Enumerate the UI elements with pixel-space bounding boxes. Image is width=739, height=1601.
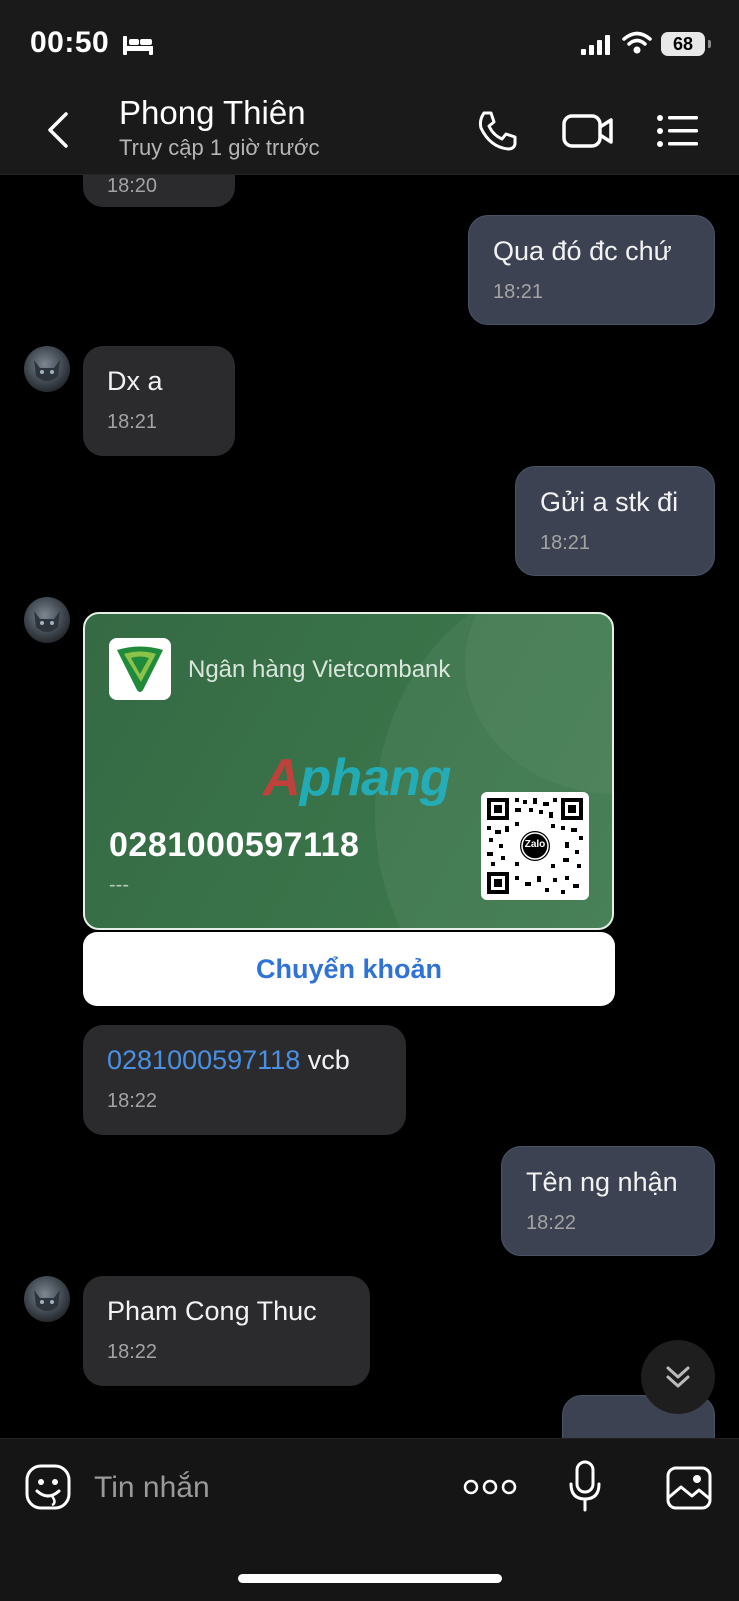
avatar-image [34,360,60,381]
message-bubble-incoming[interactable]: Pham Cong Thuc 18:22 [83,1276,370,1386]
message-bubble-incoming[interactable]: Dx a 18:21 [83,346,235,456]
contact-avatar[interactable] [24,597,70,643]
account-number-link[interactable]: 0281000597118 [107,1045,300,1075]
message-input[interactable] [92,1465,426,1511]
status-bar: 00:50 68 [0,0,739,88]
message-bubble-outgoing[interactable]: Tên ng nhận 18:22 [501,1146,715,1256]
watermark-logo: Aphang [263,748,452,808]
watermark-first-letter: A [263,749,301,807]
bank-name: Ngân hàng Vietcombank [188,656,451,683]
sleep-focus-icon [123,36,153,55]
back-button[interactable] [38,108,78,152]
avatar-image [34,611,60,632]
sticker-emoji-icon[interactable] [24,1463,72,1511]
qr-code[interactable]: Zalo [481,792,589,900]
microphone-icon[interactable] [568,1459,602,1513]
double-chevron-down-icon [666,1366,690,1388]
message-text: Qua đó đc chứ [493,236,672,266]
contact-avatar[interactable] [24,346,70,392]
more-options-icon[interactable] [462,1475,518,1499]
cellular-signal-icon [581,35,610,55]
message-time: 18:21 [540,532,591,554]
avatar-image [34,1290,60,1311]
message-text: Gửi a stk đi [540,487,679,517]
vietcombank-logo-icon [109,638,171,700]
message-bubble-incoming[interactable]: 18:20 [83,175,235,207]
bank-account-card[interactable]: Ngân hàng Vietcombank Aphang 02810005971… [83,612,614,930]
menu-list-icon[interactable] [655,108,701,154]
message-time: 18:22 [107,1341,158,1363]
contact-status: Truy cập 1 giờ trước [119,135,320,160]
chat-header: Phong Thiên Truy cập 1 giờ trước [0,88,739,175]
account-number: 0281000597118 [109,826,360,864]
message-time: 18:22 [107,1090,158,1112]
message-bubble-outgoing[interactable]: Gửi a stk đi 18:21 [515,466,715,576]
message-bubble-incoming[interactable]: 0281000597118 vcb 18:22 [83,1025,406,1135]
message-bubble-outgoing[interactable]: Qua đó đc chứ 18:21 [468,215,715,325]
scroll-to-bottom-button[interactable] [641,1340,715,1414]
contact-avatar[interactable] [24,1276,70,1322]
transfer-button[interactable]: Chuyển khoản [83,932,615,1006]
contact-name[interactable]: Phong Thiên [119,94,306,132]
video-call-icon[interactable] [561,108,615,154]
qr-zalo-badge: Zalo [524,839,546,850]
image-gallery-icon[interactable] [665,1465,713,1511]
message-text: Dx a [107,366,163,396]
message-text-suffix: vcb [300,1045,350,1075]
message-time: 18:21 [493,281,544,303]
account-holder: --- [109,874,129,896]
message-time: 18:22 [526,1212,577,1234]
battery-indicator: 68 [661,32,711,56]
message-time: 18:20 [107,175,158,197]
message-text: Pham Cong Thuc [107,1296,317,1326]
message-text: Tên ng nhận [526,1167,678,1197]
message-text: 0281000597118 vcb [107,1045,382,1076]
chat-messages[interactable]: 18:20 Qua đó đc chứ 18:21 Dx a 18:21 Gửi… [0,175,739,1438]
watermark-rest: phang [299,749,452,807]
message-time: 18:21 [107,411,158,433]
wifi-icon [622,31,652,54]
status-time: 00:50 [30,26,110,59]
home-indicator[interactable] [238,1574,502,1583]
phone-call-icon[interactable] [474,108,520,154]
